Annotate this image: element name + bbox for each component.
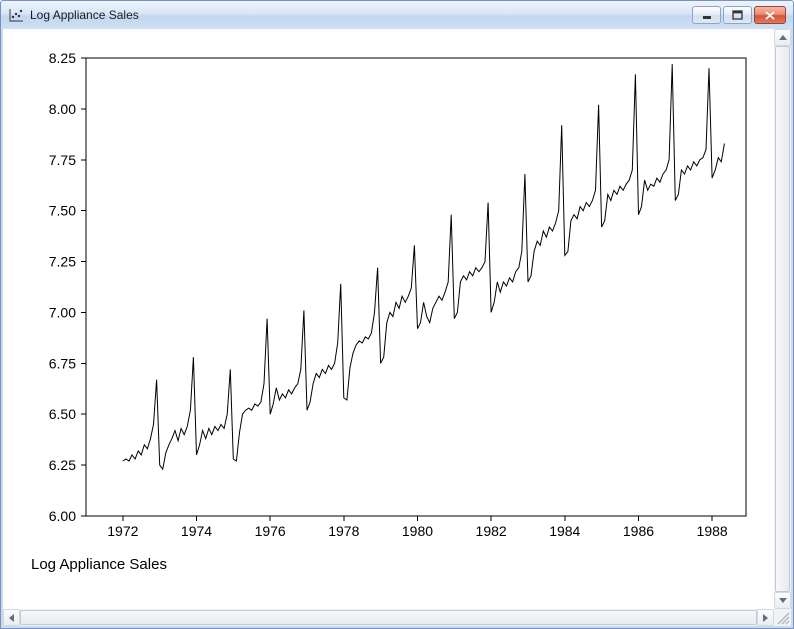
horizontal-scrollbar[interactable] [3,609,774,626]
close-button[interactable] [754,6,786,24]
right-arrow-icon [763,614,768,622]
minimize-button[interactable] [692,6,721,24]
scroll-up-button[interactable] [774,29,791,46]
y-tick-label: 6.75 [49,355,76,371]
vertical-scrollbar[interactable] [774,29,791,609]
y-tick-label: 6.00 [49,508,76,524]
window-title: Log Appliance Sales [30,8,139,22]
window-controls [692,6,786,24]
window-content: 6.00 6.25 6.50 6.75 7.00 7.25 7.50 7.75 8.00 8.25… [3,29,791,626]
x-tick-label: 1972 [107,523,138,539]
scroll-left-button[interactable] [3,609,20,626]
maximize-button[interactable] [723,6,752,24]
y-tick-label: 8.00 [49,101,76,117]
x-tick-label: 1984 [549,523,580,539]
y-tick-label: 6.25 [49,457,76,473]
minimize-icon [702,10,712,20]
x-tick-label: 1986 [623,523,654,539]
x-tick-label: 1978 [328,523,359,539]
titlebar[interactable]: Log Appliance Sales [1,1,793,29]
resize-grip-icon [774,609,791,626]
scroll-right-button[interactable] [757,609,774,626]
y-tick-label: 8.25 [49,50,76,66]
x-tick-label: 1974 [181,523,212,539]
x-tick-label: 1988 [697,523,728,539]
series-line [123,64,725,469]
up-arrow-icon [779,35,787,40]
scroll-down-button[interactable] [774,592,791,609]
down-arrow-icon [779,598,787,603]
y-tick-label: 7.50 [49,203,76,219]
x-tick-label: 1982 [476,523,507,539]
chart-svg: 6.00 6.25 6.50 6.75 7.00 7.25 7.50 7.75 8.00 8.25… [3,29,774,609]
horizontal-scrollbar-thumb[interactable] [20,610,757,625]
x-tick-label: 1976 [255,523,286,539]
chart-canvas: 6.00 6.25 6.50 6.75 7.00 7.25 7.50 7.75 8.00 8.25… [3,29,774,609]
vertical-scrollbar-thumb[interactable] [775,46,790,592]
close-icon [765,11,775,20]
y-tick-label: 6.50 [49,406,76,422]
chart-footer-label: Log Appliance Sales [31,556,167,573]
resize-grip[interactable] [774,609,791,626]
x-tick-label: 1980 [402,523,433,539]
y-tick-label: 7.75 [49,152,76,168]
graph-window-icon [8,8,24,23]
maximize-icon [732,10,743,20]
y-tick-label: 7.00 [49,304,76,320]
app-window: Log Appliance Sales 6.00 6.25 6.50 6.75 7.00… [0,0,794,629]
left-arrow-icon [9,614,14,622]
axis-ticks: 6.00 6.25 6.50 6.75 7.00 7.25 7.50 7.75 8.00 8.25… [49,50,728,539]
y-tick-label: 7.25 [49,254,76,270]
